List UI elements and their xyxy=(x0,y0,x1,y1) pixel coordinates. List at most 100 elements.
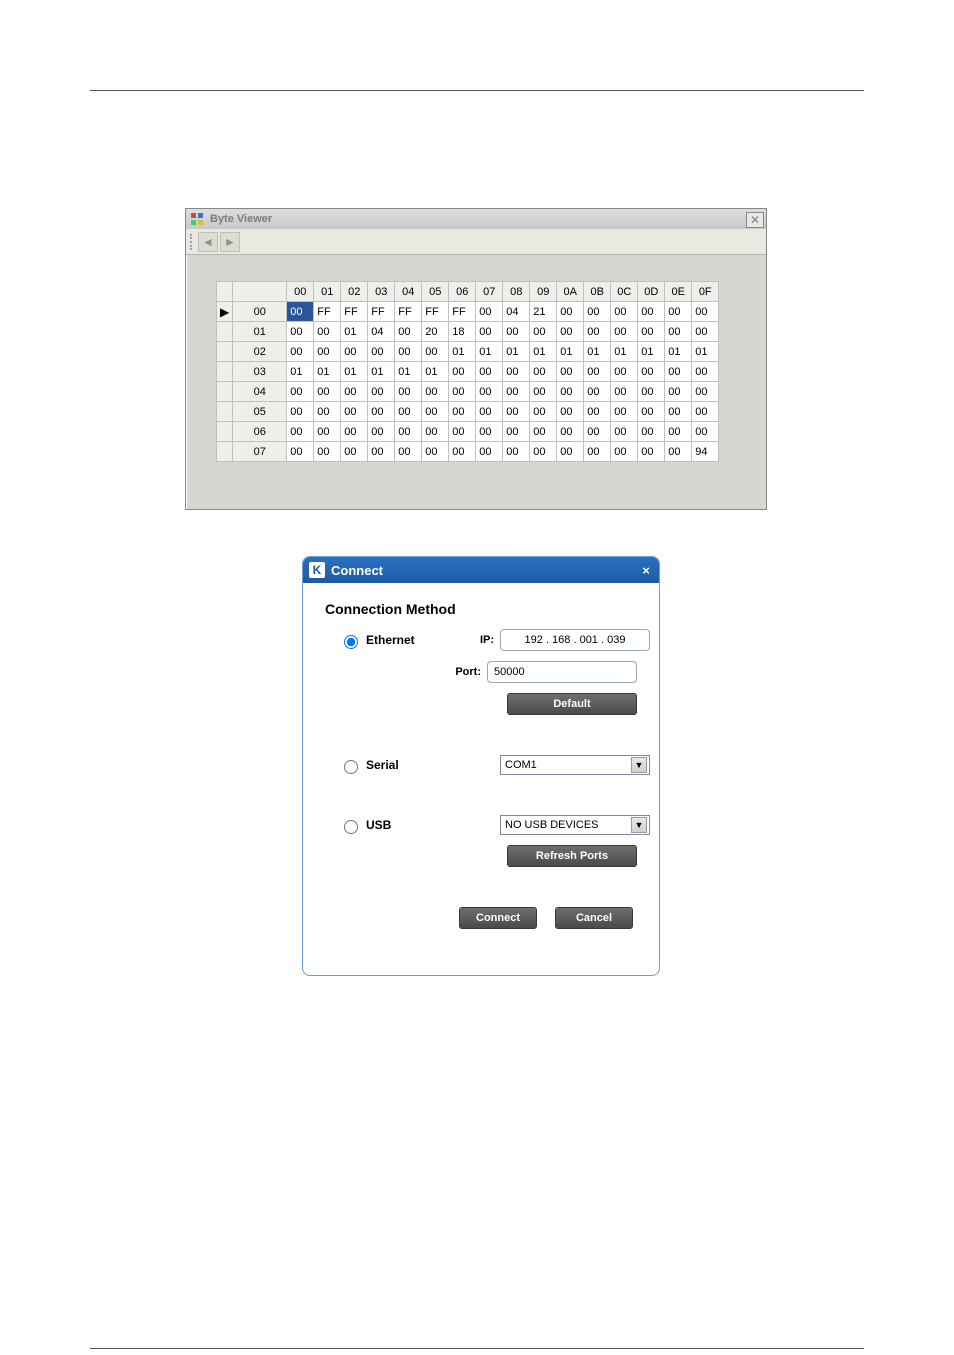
byte-cell[interactable]: 01 xyxy=(692,342,719,362)
byte-cell[interactable]: 00 xyxy=(557,322,584,342)
row-selector[interactable] xyxy=(217,362,233,382)
byte-cell[interactable]: 00 xyxy=(692,422,719,442)
byte-cell[interactable]: 00 xyxy=(638,442,665,462)
byte-cell[interactable]: 00 xyxy=(341,442,368,462)
byte-cell[interactable]: 18 xyxy=(449,322,476,342)
connect-titlebar[interactable]: K Connect × xyxy=(303,557,659,583)
byte-cell[interactable]: 00 xyxy=(341,422,368,442)
byte-cell[interactable]: 00 xyxy=(638,362,665,382)
byte-cell[interactable]: 00 xyxy=(611,362,638,382)
byte-cell[interactable]: 00 xyxy=(476,442,503,462)
byte-cell[interactable]: 00 xyxy=(287,322,314,342)
default-button[interactable]: Default xyxy=(507,693,637,715)
column-header[interactable]: 01 xyxy=(314,282,341,302)
byte-cell[interactable]: 00 xyxy=(395,442,422,462)
byte-cell[interactable]: 00 xyxy=(395,422,422,442)
byte-cell[interactable]: 00 xyxy=(692,402,719,422)
byte-cell[interactable]: 01 xyxy=(287,362,314,382)
byte-cell[interactable]: 00 xyxy=(368,442,395,462)
row-header[interactable]: 01 xyxy=(233,322,287,342)
connect-close-button[interactable]: × xyxy=(639,563,653,578)
byte-cell[interactable]: 00 xyxy=(557,362,584,382)
byte-cell[interactable]: 00 xyxy=(584,382,611,402)
byte-cell[interactable]: 01 xyxy=(341,322,368,342)
row-selector[interactable] xyxy=(217,402,233,422)
column-header[interactable]: 0B xyxy=(584,282,611,302)
byte-cell[interactable]: 01 xyxy=(449,342,476,362)
byte-cell[interactable]: 94 xyxy=(692,442,719,462)
byte-cell[interactable]: 00 xyxy=(422,442,449,462)
column-header[interactable]: 0C xyxy=(611,282,638,302)
row-header[interactable]: 06 xyxy=(233,422,287,442)
byte-cell[interactable]: 00 xyxy=(314,322,341,342)
byte-cell[interactable]: FF xyxy=(449,302,476,322)
row-header[interactable]: 00 xyxy=(233,302,287,322)
column-header[interactable]: 05 xyxy=(422,282,449,302)
byte-cell[interactable]: 00 xyxy=(449,422,476,442)
byte-cell[interactable]: 00 xyxy=(530,362,557,382)
byte-cell[interactable]: 00 xyxy=(476,402,503,422)
byte-cell[interactable]: 00 xyxy=(503,322,530,342)
byte-cell[interactable]: 01 xyxy=(530,342,557,362)
serial-radio[interactable] xyxy=(344,760,358,774)
byte-cell[interactable]: 00 xyxy=(638,402,665,422)
byte-cell[interactable]: 00 xyxy=(368,382,395,402)
byte-cell[interactable]: 01 xyxy=(638,342,665,362)
byte-viewer-titlebar[interactable]: Byte Viewer ✕ xyxy=(186,209,766,229)
row-selector[interactable] xyxy=(217,342,233,362)
byte-cell[interactable]: 00 xyxy=(611,322,638,342)
byte-cell[interactable]: 00 xyxy=(395,322,422,342)
cancel-button[interactable]: Cancel xyxy=(555,907,633,929)
byte-cell[interactable]: 00 xyxy=(395,382,422,402)
byte-cell[interactable]: 00 xyxy=(476,382,503,402)
byte-cell[interactable]: 00 xyxy=(449,382,476,402)
byte-cell[interactable]: 01 xyxy=(314,362,341,382)
byte-cell[interactable]: 00 xyxy=(665,402,692,422)
byte-cell[interactable]: 00 xyxy=(314,422,341,442)
row-selector[interactable] xyxy=(217,442,233,462)
byte-cell[interactable]: 01 xyxy=(368,362,395,382)
serial-port-select[interactable]: COM1 ▼ xyxy=(500,755,650,775)
byte-cell[interactable]: 00 xyxy=(557,302,584,322)
usb-radio[interactable] xyxy=(344,820,358,834)
byte-cell[interactable]: 00 xyxy=(638,382,665,402)
byte-cell[interactable]: 00 xyxy=(476,362,503,382)
byte-cell[interactable]: 00 xyxy=(476,322,503,342)
usb-device-select[interactable]: NO USB DEVICES ▼ xyxy=(500,815,650,835)
column-header[interactable]: 03 xyxy=(368,282,395,302)
ethernet-radio[interactable] xyxy=(344,635,358,649)
column-header[interactable]: 04 xyxy=(395,282,422,302)
byte-cell[interactable]: 00 xyxy=(368,402,395,422)
byte-cell[interactable]: FF xyxy=(395,302,422,322)
byte-cell[interactable]: 00 xyxy=(557,382,584,402)
byte-cell[interactable]: 00 xyxy=(476,422,503,442)
byte-cell[interactable]: 00 xyxy=(638,322,665,342)
history-forward-button[interactable]: ► xyxy=(220,232,240,252)
ip-input[interactable] xyxy=(500,629,650,651)
byte-cell[interactable]: 00 xyxy=(503,382,530,402)
byte-cell[interactable]: 00 xyxy=(530,322,557,342)
byte-cell[interactable]: 00 xyxy=(530,382,557,402)
byte-cell[interactable]: 00 xyxy=(503,442,530,462)
column-header[interactable]: 0E xyxy=(665,282,692,302)
byte-cell[interactable]: 00 xyxy=(449,402,476,422)
byte-table[interactable]: 000102030405060708090A0B0C0D0E0F▶0000FFF… xyxy=(216,281,719,462)
byte-cell[interactable]: 00 xyxy=(530,402,557,422)
column-header[interactable]: 02 xyxy=(341,282,368,302)
byte-cell[interactable]: 00 xyxy=(692,382,719,402)
byte-cell[interactable]: 20 xyxy=(422,322,449,342)
byte-cell[interactable]: 00 xyxy=(395,342,422,362)
column-header[interactable]: 09 xyxy=(530,282,557,302)
byte-cell[interactable]: 01 xyxy=(584,342,611,362)
column-header[interactable]: 08 xyxy=(503,282,530,302)
row-header[interactable]: 02 xyxy=(233,342,287,362)
refresh-ports-button[interactable]: Refresh Ports xyxy=(507,845,637,867)
byte-cell[interactable]: 00 xyxy=(665,382,692,402)
byte-cell[interactable]: 00 xyxy=(287,442,314,462)
byte-cell[interactable]: 00 xyxy=(422,382,449,402)
byte-cell[interactable]: 00 xyxy=(584,422,611,442)
byte-cell[interactable]: FF xyxy=(368,302,395,322)
byte-cell[interactable]: 00 xyxy=(611,402,638,422)
byte-cell[interactable]: 00 xyxy=(368,342,395,362)
byte-cell[interactable]: 01 xyxy=(395,362,422,382)
